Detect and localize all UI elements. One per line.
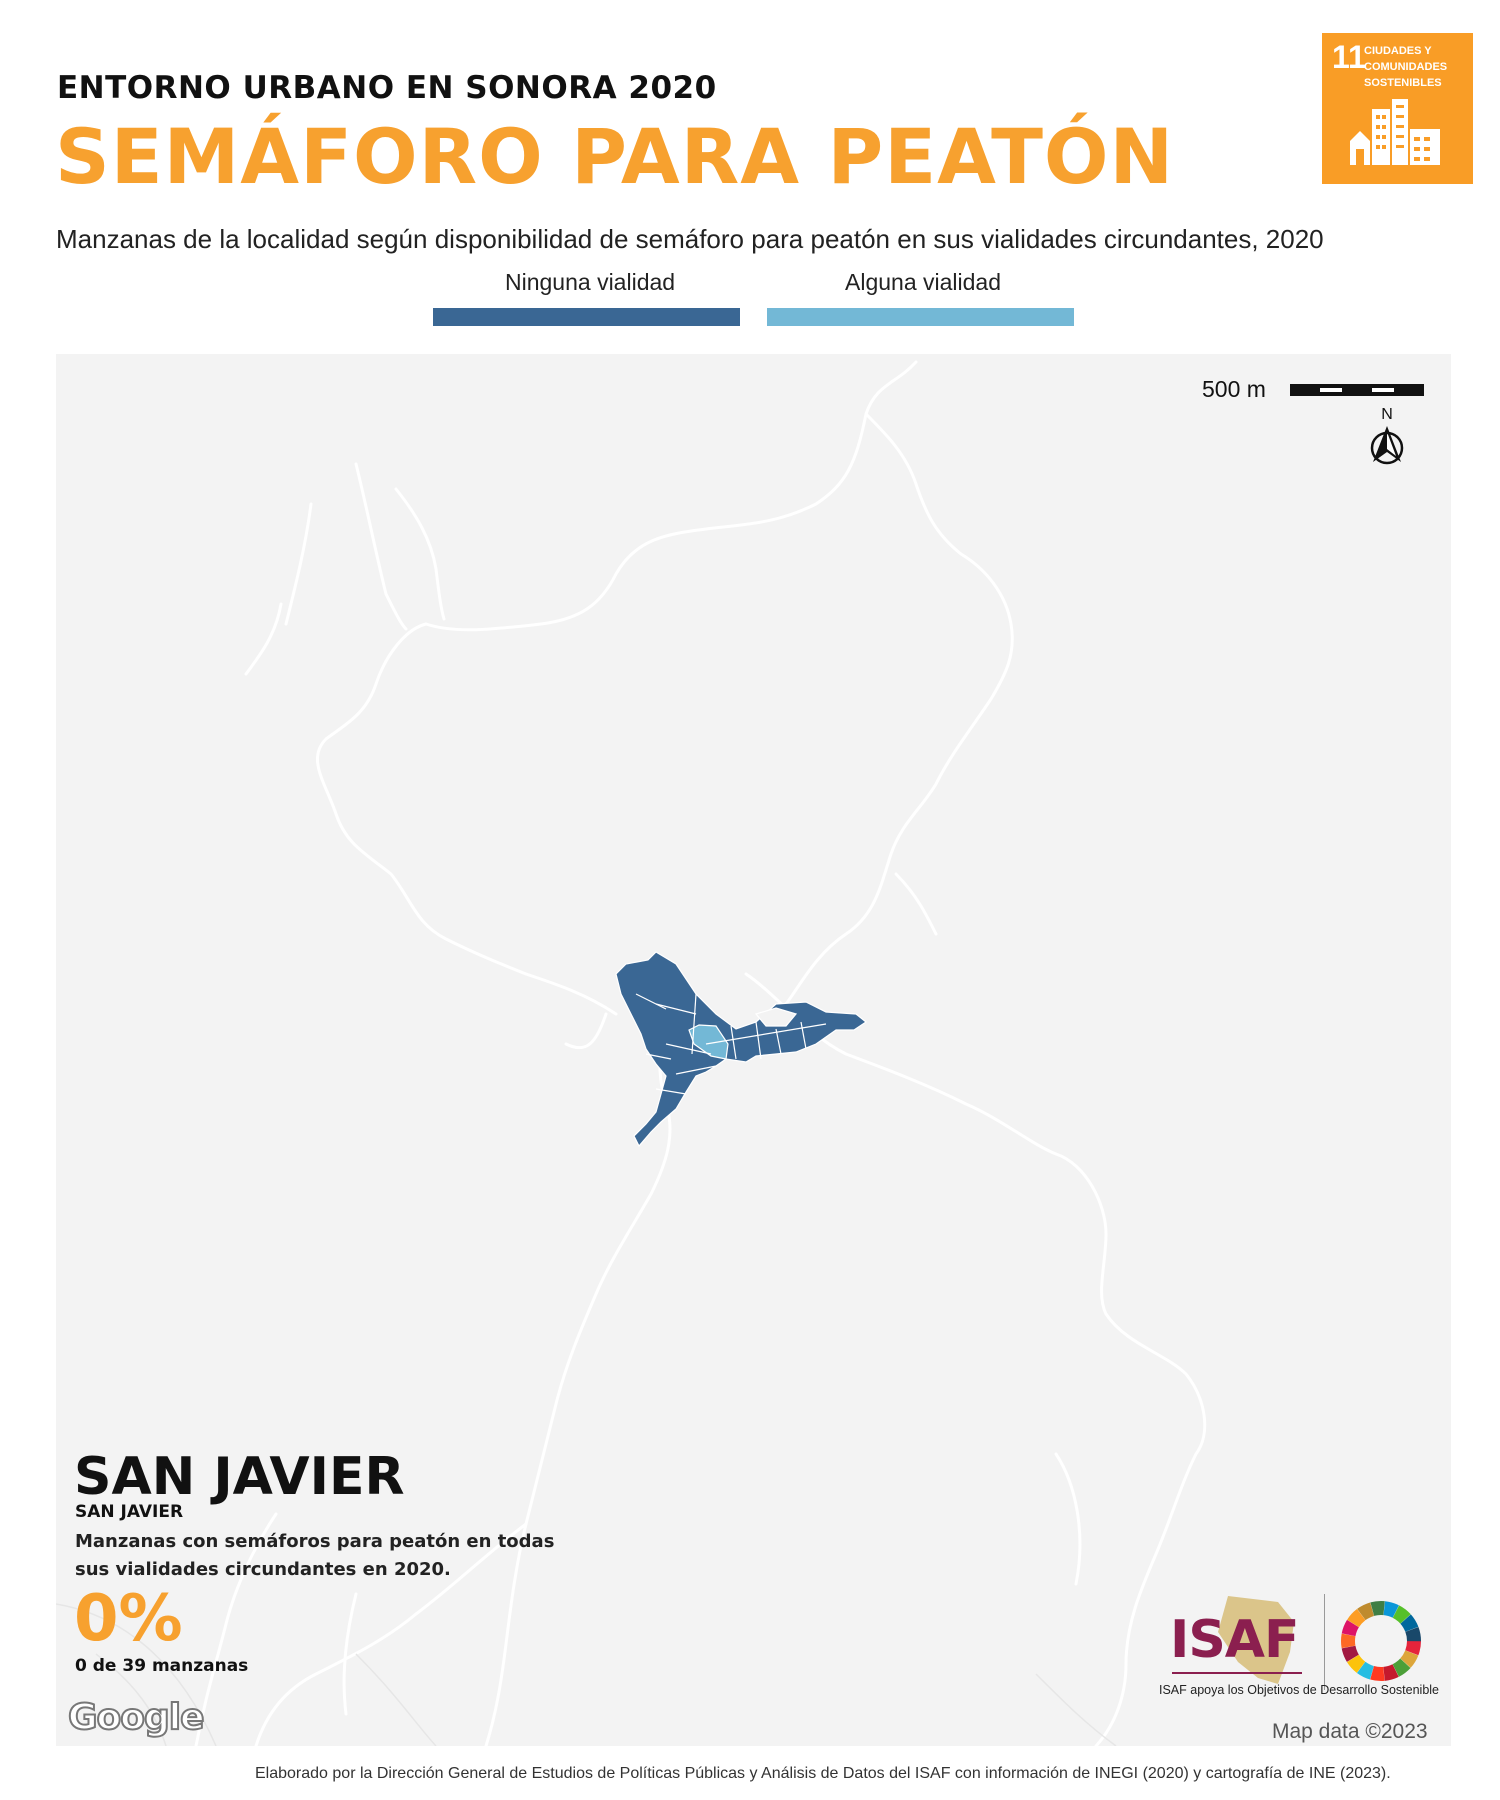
stat-percentage: 0% xyxy=(74,1582,183,1656)
isaf-tagline: ISAF apoya los Objetivos de Desarrollo S… xyxy=(1159,1683,1440,1697)
legend-swatch-ninguna xyxy=(433,308,740,326)
isaf-underline xyxy=(1172,1672,1302,1674)
stat-count: 0 de 39 manzanas xyxy=(75,1656,249,1676)
google-logo: Google xyxy=(67,1696,206,1739)
north-arrow-icon: N xyxy=(1367,406,1407,473)
sdg-11-badge: 11 CIUDADES Y COMUNIDADES SOSTENIBLES xyxy=(1322,33,1473,184)
footer-credits: Elaborado por la Dirección General de Es… xyxy=(255,1765,1391,1782)
legend-label-ninguna: Ninguna vialidad xyxy=(505,269,676,295)
legend-swatch-alguna xyxy=(767,308,1074,326)
sdg-line-3: SOSTENIBLES xyxy=(1364,77,1442,89)
legend-label-alguna: Alguna vialidad xyxy=(845,269,1002,295)
sdg-line-2: COMUNIDADES xyxy=(1364,61,1448,73)
sdg-number: 11 xyxy=(1332,39,1366,75)
sdg-goal-text: CIUDADES Y COMUNIDADES SOSTENIBLES xyxy=(1364,43,1447,91)
stat-description: Manzanas con semáforos para peatón en to… xyxy=(75,1531,555,1580)
report-kicker: ENTORNO URBANO EN SONORA 2020 xyxy=(57,70,717,106)
municipality-name: SAN JAVIER xyxy=(75,1502,184,1522)
logo-divider xyxy=(1324,1594,1325,1690)
map-attribution: Map data ©2023 xyxy=(1272,1720,1428,1743)
scale-segment xyxy=(1372,388,1394,392)
map-panel[interactable]: SAN JAVIER SAN JAVIER Manzanas con semáf… xyxy=(56,354,1451,1746)
report-title: SEMÁFORO PARA PEATÓN xyxy=(55,112,1175,201)
scale-bar xyxy=(1290,384,1424,396)
scale-segment xyxy=(1320,388,1342,392)
locality-name: SAN JAVIER xyxy=(74,1447,405,1507)
sdg-line-1: CIUDADES Y xyxy=(1364,45,1432,57)
report-subtitle: Manzanas de la localidad según disponibi… xyxy=(56,224,1324,254)
city-buildings-icon xyxy=(1350,99,1440,165)
sdg-wheel-icon xyxy=(1341,1601,1421,1681)
north-label: N xyxy=(1381,406,1393,423)
scale-label: 500 m xyxy=(1202,376,1266,402)
isaf-wordmark: ISAF xyxy=(1170,1610,1300,1670)
